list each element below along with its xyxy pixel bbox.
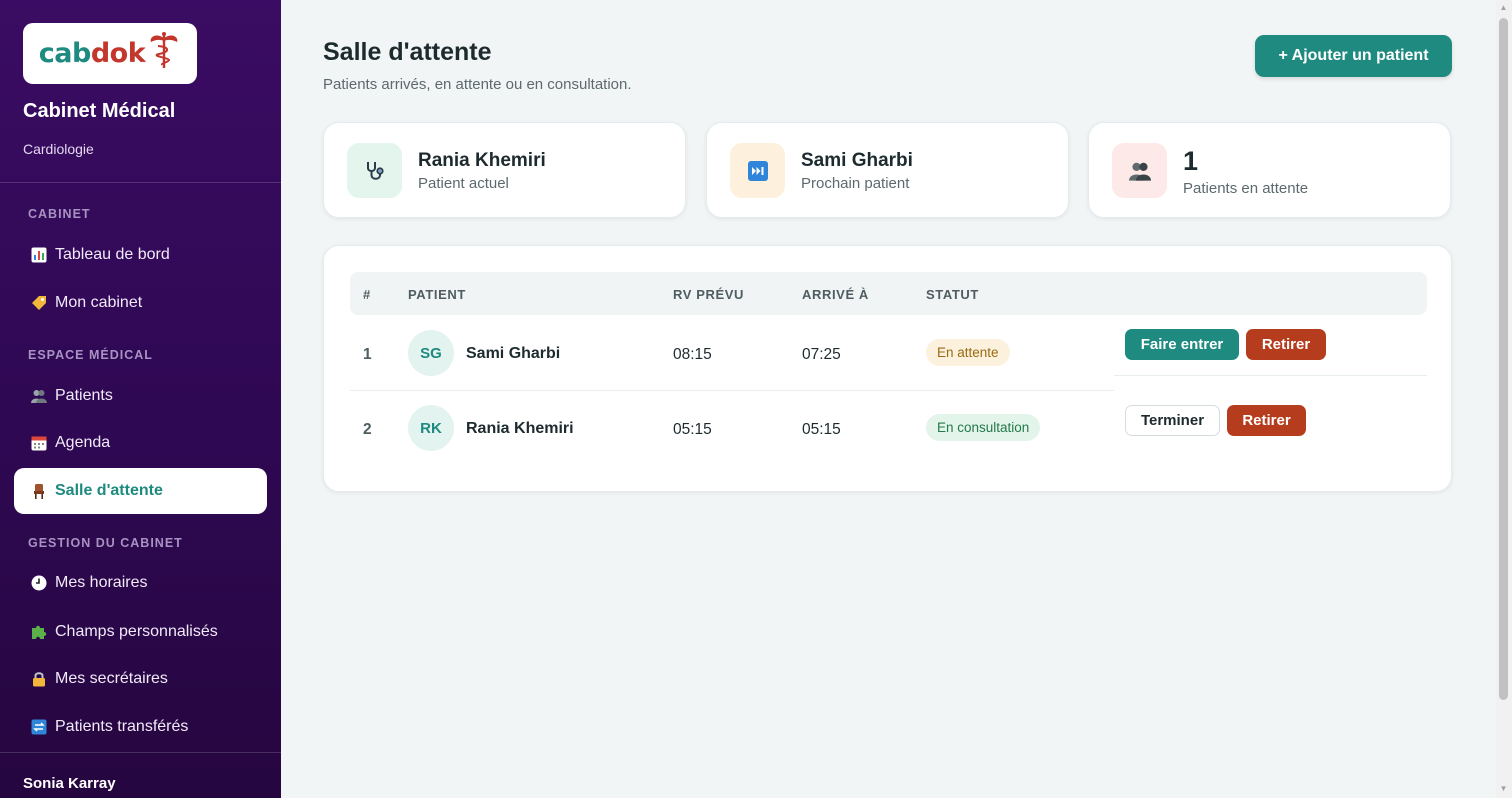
user-name[interactable]: Sonia Karray <box>23 775 116 792</box>
terminer-button[interactable]: Terminer <box>1125 405 1220 436</box>
section-label-gestion: GESTION DU CABINET <box>28 536 183 550</box>
waiting-count-value: 1 <box>1183 146 1199 176</box>
patient-name[interactable]: Rania Khemiri <box>466 420 574 438</box>
people-icon <box>30 387 48 405</box>
arrival-time: 05:15 <box>802 421 841 438</box>
page-title: Salle d'attente <box>323 38 492 66</box>
stat-card-next-patient: Sami Gharbi Prochain patient <box>706 122 1069 218</box>
patient-name[interactable]: Sami Gharbi <box>466 345 560 363</box>
sidebar-item-label: Mes horaires <box>55 574 148 591</box>
people-icon <box>1112 143 1167 198</box>
stat-card-current-patient: Rania Khemiri Patient actuel <box>323 122 686 218</box>
column-header-arrival: ARRIVÉ À <box>802 287 869 302</box>
arrival-time: 07:25 <box>802 346 841 363</box>
column-header-patient: PATIENT <box>408 287 466 302</box>
logo-text-cab: cab <box>38 38 92 69</box>
stethoscope-icon <box>347 143 402 198</box>
avatar: SG <box>408 330 454 376</box>
column-header-status: STATUT <box>926 287 979 302</box>
sidebar-item-mes-secretaires[interactable]: Mes secrétaires <box>14 656 267 702</box>
table-row: 2 RK Rania Khemiri 05:15 05:15 En consul… <box>350 391 1427 466</box>
waiting-count-label: Patients en attente <box>1183 180 1309 197</box>
retirer-button[interactable]: Retirer <box>1227 405 1306 436</box>
calendar-icon <box>30 434 48 452</box>
logo[interactable]: cabdok <box>23 23 197 84</box>
status-badge: En consultation <box>926 414 1041 441</box>
scroll-up-icon[interactable]: ▲ <box>1499 3 1508 13</box>
sidebar-divider <box>0 752 281 753</box>
scrollbar-thumb[interactable] <box>1499 18 1508 700</box>
cabinet-name: Cabinet Médical <box>23 100 176 122</box>
sidebar-item-label: Salle d'attente <box>55 482 163 499</box>
rv-time: 08:15 <box>673 346 712 363</box>
sidebar-item-patients[interactable]: Patients <box>14 373 267 419</box>
page-subtitle: Patients arrivés, en attente ou en consu… <box>323 76 632 93</box>
scroll-down-icon[interactable]: ▼ <box>1499 784 1508 794</box>
rv-time: 05:15 <box>673 421 712 438</box>
section-label-espace-medical: ESPACE MÉDICAL <box>28 348 153 362</box>
sidebar-item-mes-horaires[interactable]: Mes horaires <box>14 560 267 606</box>
faire-entrer-button[interactable]: Faire entrer <box>1125 329 1239 360</box>
sidebar-item-mon-cabinet[interactable]: Mon cabinet <box>14 280 267 326</box>
row-divider <box>1114 375 1427 376</box>
sidebar-item-champs-personnalises[interactable]: Champs personnalisés <box>14 609 267 655</box>
row-number: 2 <box>363 421 372 438</box>
puzzle-icon <box>30 623 48 641</box>
lock-icon <box>30 670 48 688</box>
column-header-number: # <box>363 287 371 302</box>
table-row: 1 SG Sami Gharbi 08:15 07:25 En attente … <box>350 316 1427 391</box>
next-patient-label: Prochain patient <box>801 175 910 192</box>
sidebar-item-label: Patients <box>55 387 113 404</box>
column-header-rv: RV PRÉVU <box>673 287 745 302</box>
sidebar-item-label: Agenda <box>55 434 111 451</box>
bar-chart-icon <box>30 246 48 264</box>
status-badge: En attente <box>926 339 1010 366</box>
sidebar: cabdok Cabinet Médical Cardiologie CABIN… <box>0 0 281 798</box>
sidebar-item-label: Patients transférés <box>55 718 189 735</box>
next-track-icon <box>730 143 785 198</box>
current-patient-name: Rania Khemiri <box>418 150 546 171</box>
add-patient-button[interactable]: + Ajouter un patient <box>1255 35 1452 77</box>
sidebar-item-patients-transferes[interactable]: Patients transférés <box>14 704 267 750</box>
tag-icon <box>30 294 48 312</box>
cabinet-specialty: Cardiologie <box>23 141 94 157</box>
section-label-cabinet: CABINET <box>28 207 91 221</box>
sidebar-item-label: Tableau de bord <box>55 246 170 263</box>
retirer-button[interactable]: Retirer <box>1246 329 1326 360</box>
sidebar-item-tableau-de-bord[interactable]: Tableau de bord <box>14 232 267 278</box>
transfer-icon <box>30 718 48 736</box>
logo-text-dok: dok <box>90 38 146 69</box>
current-patient-label: Patient actuel <box>418 175 509 192</box>
clock-icon <box>30 574 48 592</box>
sidebar-item-salle-d-attente[interactable]: Salle d'attente <box>14 468 267 514</box>
avatar: RK <box>408 405 454 451</box>
table-header: # PATIENT RV PRÉVU ARRIVÉ À STATUT <box>350 272 1427 315</box>
sidebar-item-label: Champs personnalisés <box>55 623 218 640</box>
next-patient-name: Sami Gharbi <box>801 150 913 171</box>
caduceus-icon <box>150 31 178 68</box>
stat-card-waiting-count: 1 Patients en attente <box>1088 122 1451 218</box>
waiting-room-table: # PATIENT RV PRÉVU ARRIVÉ À STATUT 1 SG … <box>323 245 1452 492</box>
sidebar-divider <box>0 182 281 183</box>
sidebar-item-label: Mes secrétaires <box>55 670 168 687</box>
sidebar-item-agenda[interactable]: Agenda <box>14 420 267 466</box>
sidebar-item-label: Mon cabinet <box>55 294 143 311</box>
row-number: 1 <box>363 346 372 363</box>
chair-icon <box>30 482 48 500</box>
